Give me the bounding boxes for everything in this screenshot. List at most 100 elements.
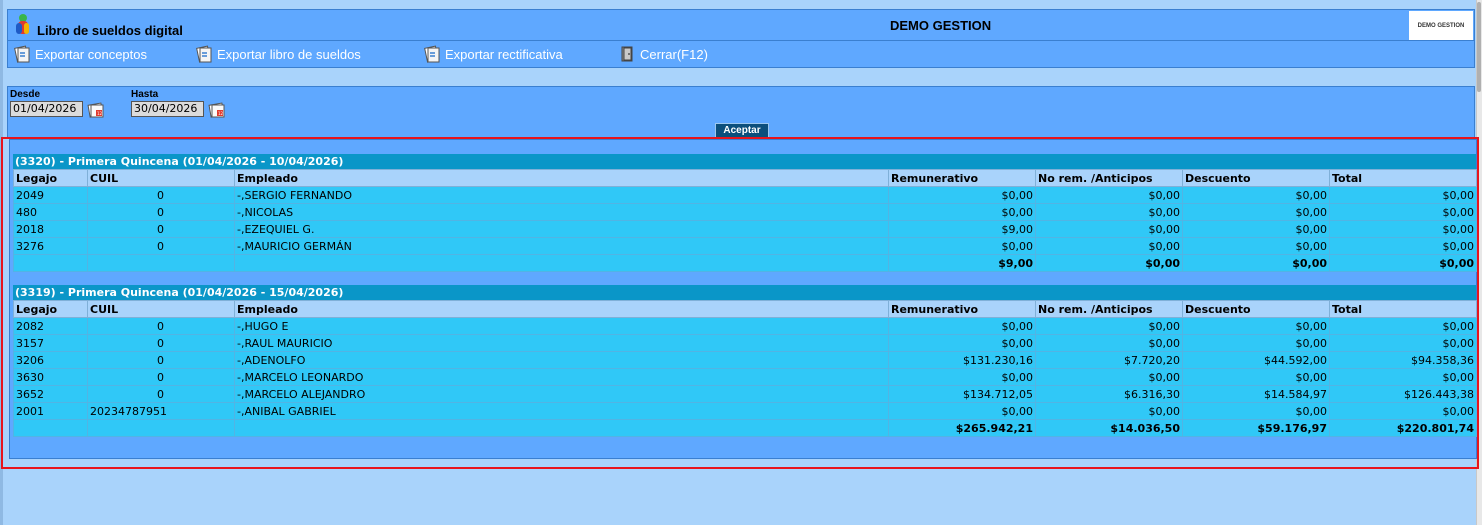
column-header[interactable]: Empleado	[234, 169, 889, 187]
totals-empty-cell	[13, 254, 88, 272]
totals-empty-cell	[234, 254, 889, 272]
group-header: (3319) - Primera Quincena (01/04/2026 - …	[13, 285, 1476, 300]
total-cell: $0,00	[1035, 254, 1183, 272]
table-cell: -,MAURICIO GERMÁN	[234, 237, 889, 255]
table-cell: $0,00	[888, 368, 1036, 386]
payroll-table: Legajo CUIL Empleado Remunerativo No rem. /A…	[13, 169, 1477, 272]
table-row[interactable]: 2049 0 -,SERGIO FERNANDO $0,00 $0,00 $0,00 $0,…	[13, 186, 1477, 204]
table-cell: $0,00	[1182, 237, 1330, 255]
table-cell: $0,00	[888, 334, 1036, 352]
column-header[interactable]: Total	[1329, 300, 1477, 318]
table-cell: -,ADENOLFO	[234, 351, 889, 369]
app-header: Libro de sueldos digital DEMO GESTION DE…	[7, 9, 1475, 41]
column-header[interactable]: Legajo	[13, 300, 88, 318]
table-header-row: Legajo CUIL Empleado Remunerativo No rem. /A…	[13, 169, 1477, 187]
table-cell: $131.230,16	[888, 351, 1036, 369]
scrollbar-thumb[interactable]	[1477, 2, 1481, 92]
table-cell: $6.316,30	[1035, 385, 1183, 403]
table-cell: $0,00	[1182, 317, 1330, 335]
payroll-table: Legajo CUIL Empleado Remunerativo No rem. /A…	[13, 300, 1477, 437]
export-rectification-button[interactable]: Exportar rectificativa	[423, 45, 563, 63]
table-cell: 0	[87, 368, 235, 386]
table-row[interactable]: 3157 0 -,RAUL MAURICIO $0,00 $0,00 $0,00 $0,00	[13, 334, 1477, 352]
totals-empty-cell	[87, 254, 235, 272]
column-header[interactable]: Legajo	[13, 169, 88, 187]
calendar-icon[interactable]: 12	[87, 101, 105, 119]
export-payroll-book-button[interactable]: Exportar libro de sueldos	[195, 45, 361, 63]
table-row[interactable]: 3630 0 -,MARCELO LEONARDO $0,00 $0,00 $0,00 $0…	[13, 368, 1477, 386]
accept-button[interactable]: Aceptar	[715, 123, 769, 138]
company-name: DEMO GESTION	[890, 18, 992, 33]
export-rectification-label: Exportar rectificativa	[445, 46, 563, 62]
table-cell: $7.720,20	[1035, 351, 1183, 369]
table-cell: $0,00	[1182, 368, 1330, 386]
table-cell: $0,00	[1182, 203, 1330, 221]
table-cell: $126.443,38	[1329, 385, 1477, 403]
export-concepts-button[interactable]: Exportar conceptos	[13, 45, 147, 63]
table-cell: 0	[87, 334, 235, 352]
app-logo-icon	[16, 14, 29, 34]
table-cell: $0,00	[888, 237, 1036, 255]
table-cell: $44.592,00	[1182, 351, 1330, 369]
table-cell: -,MARCELO ALEJANDRO	[234, 385, 889, 403]
column-header[interactable]: Remunerativo	[888, 300, 1036, 318]
table-row[interactable]: 480 0 -,NICOLAS $0,00 $0,00 $0,00 $0,00	[13, 203, 1477, 221]
close-door-icon	[621, 46, 633, 62]
export-concepts-label: Exportar conceptos	[35, 46, 148, 62]
toolbar: Exportar conceptos Exportar libro de sue…	[7, 41, 1475, 68]
column-header[interactable]: CUIL	[87, 300, 235, 318]
calendar-icon[interactable]: 12	[208, 101, 226, 119]
close-button[interactable]: Cerrar(F12)	[618, 45, 708, 63]
table-cell: $0,00	[1035, 220, 1183, 238]
column-header[interactable]: Empleado	[234, 300, 889, 318]
date-filter-panel: Desde 01/04/2026 12 Hasta 30/04/2026 12 …	[7, 86, 1475, 138]
totals-row: $9,00 $0,00 $0,00 $0,00	[13, 254, 1477, 272]
totals-empty-cell	[87, 419, 235, 437]
table-cell: 0	[87, 186, 235, 204]
table-row[interactable]: 2018 0 -,EZEQUIEL G. $9,00 $0,00 $0,00 $0,00	[13, 220, 1477, 238]
total-cell: $0,00	[1182, 254, 1330, 272]
column-header[interactable]: Remunerativo	[888, 169, 1036, 187]
table-header-row: Legajo CUIL Empleado Remunerativo No rem. /A…	[13, 300, 1477, 318]
table-row[interactable]: 3652 0 -,MARCELO ALEJANDRO $134.712,05 $6.31…	[13, 385, 1477, 403]
table-cell: $0,00	[1329, 317, 1477, 335]
table-cell: -,NICOLAS	[234, 203, 889, 221]
table-cell: $0,00	[1329, 237, 1477, 255]
desde-date-field[interactable]: 01/04/2026	[10, 101, 83, 117]
column-header[interactable]: No rem. /Anticipos	[1035, 169, 1183, 187]
table-cell: $0,00	[888, 186, 1036, 204]
table-cell: 3157	[13, 334, 88, 352]
column-header[interactable]: No rem. /Anticipos	[1035, 300, 1183, 318]
table-cell: $0,00	[1329, 203, 1477, 221]
close-label: Cerrar(F12)	[640, 46, 708, 62]
column-header[interactable]: Descuento	[1182, 169, 1330, 187]
totals-empty-cell	[13, 419, 88, 437]
table-cell: $0,00	[1182, 334, 1330, 352]
hasta-label: Hasta	[131, 89, 159, 100]
export-icon	[424, 45, 440, 63]
export-payroll-book-label: Exportar libro de sueldos	[217, 46, 361, 62]
table-row[interactable]: 2001 20234787951 -,ANIBAL GABRIEL $0,00 $0,0…	[13, 402, 1477, 420]
payroll-group: (3320) - Primera Quincena (01/04/2026 - …	[13, 154, 1477, 272]
column-header[interactable]: Descuento	[1182, 300, 1330, 318]
table-row[interactable]: 3206 0 -,ADENOLFO $131.230,16 $7.720,20 $44.5…	[13, 351, 1477, 369]
total-cell: $14.036,50	[1035, 419, 1183, 437]
table-cell: 20234787951	[87, 402, 235, 420]
column-header[interactable]: Total	[1329, 169, 1477, 187]
table-cell: -,ANIBAL GABRIEL	[234, 402, 889, 420]
table-cell: 3276	[13, 237, 88, 255]
table-cell: 480	[13, 203, 88, 221]
total-cell: $265.942,21	[888, 419, 1036, 437]
table-cell: $0,00	[888, 317, 1036, 335]
export-icon	[14, 45, 30, 63]
table-row[interactable]: 2082 0 -,HUGO E $0,00 $0,00 $0,00 $0,00	[13, 317, 1477, 335]
table-cell: 3206	[13, 351, 88, 369]
totals-empty-cell	[234, 419, 889, 437]
payroll-group: (3319) - Primera Quincena (01/04/2026 - …	[13, 285, 1477, 437]
brand-logo: DEMO GESTION	[1409, 11, 1473, 40]
hasta-date-field[interactable]: 30/04/2026	[131, 101, 204, 117]
column-header[interactable]: CUIL	[87, 169, 235, 187]
table-cell: 0	[87, 237, 235, 255]
table-cell: $94.358,36	[1329, 351, 1477, 369]
table-row[interactable]: 3276 0 -,MAURICIO GERMÁN $0,00 $0,00 $0,00 $0,…	[13, 237, 1477, 255]
